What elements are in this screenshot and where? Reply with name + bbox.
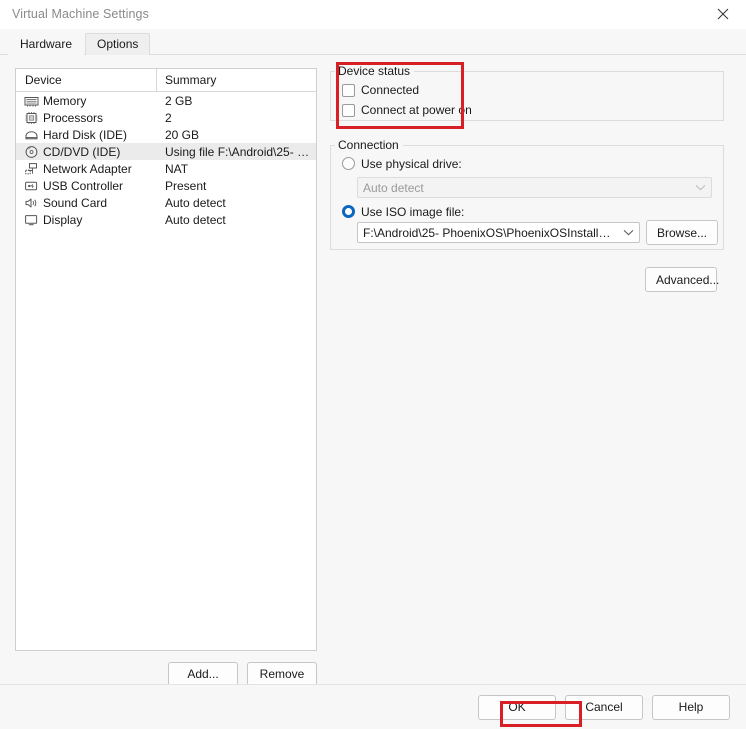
device-summary: Present: [165, 178, 207, 193]
use-physical-drive-radio-row[interactable]: Use physical drive:: [342, 153, 723, 174]
cancel-button[interactable]: Cancel: [565, 695, 643, 720]
device-name: Network Adapter: [43, 161, 132, 176]
window-title: Virtual Machine Settings: [12, 7, 149, 21]
device-summary: NAT: [165, 161, 189, 176]
connected-checkbox[interactable]: [342, 83, 355, 97]
column-header-summary: Summary: [165, 73, 217, 87]
device-summary: 20 GB: [165, 127, 200, 142]
table-row[interactable]: Network Adapter NAT: [16, 160, 316, 177]
table-row[interactable]: Sound Card Auto detect: [16, 194, 316, 211]
iso-path-select[interactable]: F:\Android\25- PhoenixOS\PhoenixOSInstal…: [357, 222, 640, 243]
advanced-button[interactable]: Advanced...: [645, 267, 719, 292]
table-row[interactable]: USB Controller Present: [16, 177, 316, 194]
display-icon: [24, 213, 39, 227]
tab-options[interactable]: Options: [85, 33, 151, 55]
add-button[interactable]: Add...: [168, 662, 238, 686]
use-iso-image-radio[interactable]: [342, 205, 355, 218]
device-summary: 2 GB: [165, 93, 193, 108]
connected-checkbox-row[interactable]: Connected: [342, 80, 723, 100]
use-iso-image-label: Use ISO image file:: [361, 204, 465, 219]
chevron-down-icon: [617, 229, 639, 236]
device-name: USB Controller: [43, 178, 124, 193]
processor-icon: [24, 111, 39, 125]
device-list-header: Device Summary: [16, 69, 316, 92]
title-bar: Virtual Machine Settings: [0, 0, 746, 29]
table-row[interactable]: Memory 2 GB: [16, 92, 316, 109]
tab-hardware[interactable]: Hardware: [8, 32, 85, 55]
table-row[interactable]: Processors 2: [16, 109, 316, 126]
connection-legend: Connection: [338, 138, 399, 152]
device-name: Sound Card: [43, 195, 108, 210]
sound-card-icon: [24, 196, 39, 210]
connection-group: Connection Use physical drive: Auto dete…: [330, 138, 724, 250]
hard-disk-icon: [24, 128, 39, 142]
connected-label: Connected: [361, 83, 420, 97]
device-name: Processors: [43, 110, 104, 125]
browse-button[interactable]: Browse...: [646, 220, 718, 245]
device-list[interactable]: Device Summary Memory 2 GB Processors 2: [15, 68, 317, 651]
device-name: CD/DVD (IDE): [43, 144, 121, 159]
iso-path-value: F:\Android\25- PhoenixOS\PhoenixOSInstal…: [363, 225, 617, 240]
use-physical-drive-label: Use physical drive:: [361, 156, 462, 171]
device-list-actions: Add... Remove: [15, 662, 317, 686]
physical-drive-select[interactable]: Auto detect: [357, 177, 712, 198]
table-row[interactable]: Display Auto detect: [16, 211, 316, 228]
device-summary: Using file F:\Android\25- Pho…: [165, 144, 316, 159]
cd-dvd-icon: [24, 145, 39, 159]
physical-drive-value: Auto detect: [363, 180, 424, 195]
device-status-legend: Device status: [338, 64, 411, 78]
connect-at-power-on-label: Connect at power on: [361, 103, 472, 117]
connect-at-power-on-checkbox[interactable]: [342, 103, 355, 117]
connect-at-power-on-checkbox-row[interactable]: Connect at power on: [342, 100, 723, 120]
table-row[interactable]: CD/DVD (IDE) Using file F:\Android\25- P…: [16, 143, 316, 160]
network-adapter-icon: [24, 162, 39, 176]
column-header-device: Device: [16, 69, 157, 91]
use-physical-drive-radio[interactable]: [342, 157, 355, 170]
ok-button[interactable]: OK: [478, 695, 556, 720]
device-summary: Auto detect: [165, 195, 226, 210]
chevron-down-icon: [689, 184, 711, 191]
help-button[interactable]: Help: [652, 695, 730, 720]
tab-strip: Hardware Options: [0, 29, 746, 55]
table-row[interactable]: Hard Disk (IDE) 20 GB: [16, 126, 316, 143]
dialog-content: Device Summary Memory 2 GB Processors 2: [0, 55, 746, 729]
dialog-footer: OK Cancel Help: [0, 684, 746, 729]
use-iso-image-radio-row[interactable]: Use ISO image file:: [342, 201, 464, 222]
device-name: Memory: [43, 93, 87, 108]
device-summary: Auto detect: [165, 212, 226, 227]
device-name: Hard Disk (IDE): [43, 127, 128, 142]
device-summary: 2: [165, 110, 172, 125]
close-button[interactable]: [700, 0, 746, 28]
remove-button[interactable]: Remove: [247, 662, 317, 686]
memory-icon: [24, 94, 39, 108]
usb-controller-icon: [24, 179, 39, 193]
close-icon: [717, 8, 729, 20]
device-status-group: Device status Connected Connect at power…: [330, 64, 724, 121]
device-name: Display: [43, 212, 83, 227]
